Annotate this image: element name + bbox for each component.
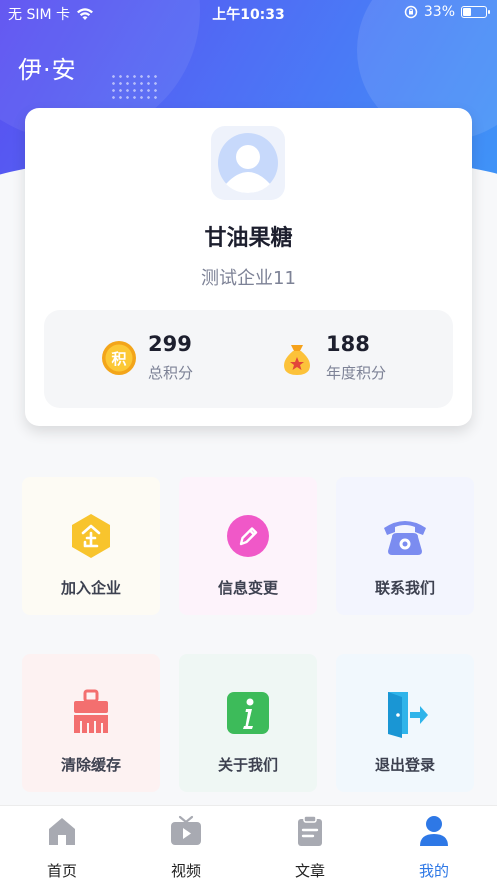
points-panel: 积 299 总积分 188 年度积分 xyxy=(44,310,453,408)
total-points-label: 总积分 xyxy=(148,364,194,382)
about-us-button[interactable]: 关于我们 xyxy=(179,654,317,792)
annual-points-label: 年度积分 xyxy=(326,364,387,382)
tab-video[interactable]: 视频 xyxy=(146,814,226,881)
join-company-button[interactable]: 加入企业 xyxy=(22,477,160,615)
money-bag-icon xyxy=(284,344,310,375)
battery-percent: 33% xyxy=(423,4,455,20)
tab-home[interactable]: 首页 xyxy=(22,814,102,881)
tab-article[interactable]: 文章 xyxy=(270,814,350,881)
total-points[interactable]: 积 299 总积分 xyxy=(100,332,193,383)
orientation-lock-icon xyxy=(404,5,418,19)
logout-button[interactable]: 退出登录 xyxy=(336,654,474,792)
contact-us-button[interactable]: 联系我们 xyxy=(336,477,474,615)
coin-badge-label: 积 xyxy=(111,350,126,368)
tile-label: 关于我们 xyxy=(217,756,278,774)
decorative-dots xyxy=(110,73,158,103)
video-icon xyxy=(171,815,201,845)
article-icon xyxy=(298,815,322,846)
tile-label: 加入企业 xyxy=(60,579,121,597)
status-bar: 无 SIM 卡 上午10:33 33% xyxy=(0,0,497,26)
user-avatar-icon xyxy=(218,133,278,193)
tab-mine[interactable]: 我的 xyxy=(394,814,474,881)
logout-icon xyxy=(388,692,428,738)
clear-cache-button[interactable]: 清除缓存 xyxy=(22,654,160,792)
phone-icon xyxy=(384,521,426,555)
bottom-tab-bar: 首页 视频 文章 我的 xyxy=(0,805,497,883)
company-name: 测试企业11 xyxy=(201,268,296,289)
profile-card: 甘油果糖 测试企业11 积 299 总积分 188 年度积分 xyxy=(25,108,472,426)
tile-label: 信息变更 xyxy=(217,579,278,597)
tile-label: 退出登录 xyxy=(374,756,435,774)
tile-label: 清除缓存 xyxy=(60,756,121,774)
points-coin-icon: 积 xyxy=(102,340,136,375)
info-icon xyxy=(227,692,269,734)
annual-points[interactable]: 188 年度积分 xyxy=(278,332,386,383)
avatar[interactable] xyxy=(211,126,285,200)
annual-points-value: 188 xyxy=(326,332,370,356)
home-icon xyxy=(49,818,75,845)
join-company-icon xyxy=(72,514,110,558)
broom-icon xyxy=(74,689,108,733)
tile-label: 联系我们 xyxy=(374,579,435,597)
user-name: 甘油果糖 xyxy=(204,226,293,251)
edit-info-icon xyxy=(227,515,269,557)
profile-icon xyxy=(420,816,448,846)
app-title: 伊·安 xyxy=(18,56,77,84)
total-points-value: 299 xyxy=(148,332,192,356)
edit-info-button[interactable]: 信息变更 xyxy=(179,477,317,615)
battery-icon xyxy=(461,6,490,18)
